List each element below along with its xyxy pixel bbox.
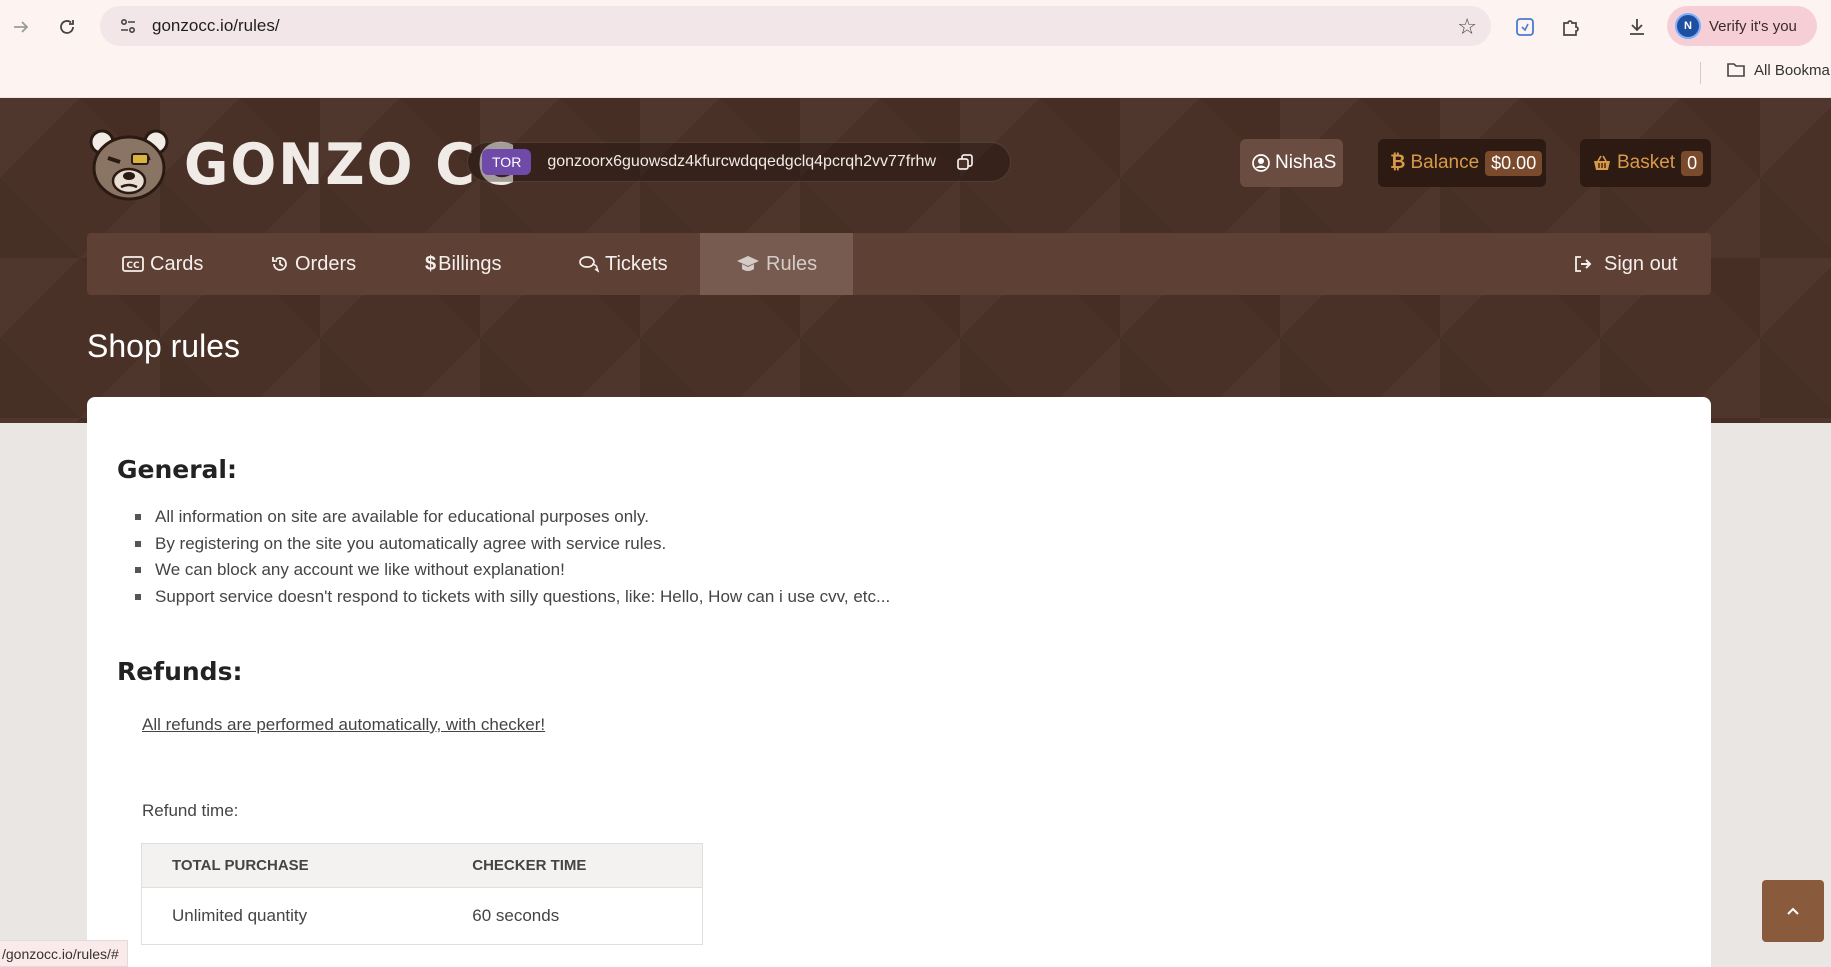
basket-button[interactable]: Basket 0 <box>1580 139 1711 187</box>
site-logo[interactable]: GONZO CC <box>88 126 519 202</box>
nav-item-billings[interactable]: $ Billings <box>425 233 501 295</box>
page-title: Shop rules <box>87 328 240 364</box>
reload-icon[interactable] <box>52 12 82 42</box>
bitcoin-icon: ₿ <box>1390 152 1406 173</box>
verify-label: Verify it's you <box>1709 17 1797 35</box>
cc-card-icon: CC <box>122 256 144 272</box>
tor-address-box: TOR gonzoorx6guowsdz4kfurcwdqqedgclq4pcr… <box>467 142 1011 182</box>
rules-card: General: All information on site are ava… <box>87 397 1711 967</box>
table-cell: Unlimited quantity <box>141 887 443 945</box>
refunds-link[interactable]: All refunds are performed automatically,… <box>142 715 545 735</box>
nav-label-tickets: Tickets <box>605 252 668 275</box>
balance-value: $0.00 <box>1485 150 1543 176</box>
bear-logo-icon <box>89 129 169 201</box>
nav-label-cards: Cards <box>150 252 204 275</box>
all-bookmarks-button[interactable]: All Bookma <box>1726 61 1830 79</box>
col-checker-time: CHECKER TIME <box>442 843 703 888</box>
user-circle-icon <box>1252 154 1270 172</box>
bookmark-star-icon[interactable]: ☆ <box>1457 14 1477 40</box>
table-cell: 60 seconds <box>442 887 703 945</box>
comments-icon <box>579 255 599 273</box>
all-bookmarks-label: All Bookma <box>1754 61 1830 79</box>
tor-address: gonzoorx6guowsdz4kfurcwdqqedgclq4pcrqh2v… <box>547 153 936 170</box>
list-item: By registering on the site you automatic… <box>135 531 890 558</box>
graduation-cap-icon <box>736 255 760 273</box>
user-profile-button[interactable]: NishaS <box>1240 139 1343 187</box>
refund-time-label: Refund time: <box>142 801 239 820</box>
general-rules-list: All information on site are available fo… <box>135 504 890 610</box>
svg-text:CC: CC <box>126 261 140 271</box>
address-bar[interactable]: gonzocc.io/rules/ ☆ <box>100 6 1491 46</box>
signout-icon <box>1574 255 1592 273</box>
basket-count: 0 <box>1681 150 1704 176</box>
extension-icon[interactable] <box>1510 12 1540 42</box>
extensions-puzzle-icon[interactable] <box>1556 12 1586 42</box>
balance-button[interactable]: ₿ Balance $0.00 <box>1378 139 1546 187</box>
history-icon <box>271 255 289 273</box>
list-item: All information on site are available fo… <box>135 504 890 531</box>
forward-icon[interactable] <box>6 12 36 42</box>
refunds-heading: Refunds: <box>117 657 243 686</box>
nav-item-cards[interactable]: CC Cards <box>122 233 203 295</box>
bookmarks-bar <box>0 58 1831 98</box>
copy-icon[interactable] <box>956 153 974 171</box>
url-text[interactable]: gonzocc.io/rules/ <box>152 16 280 36</box>
download-icon[interactable] <box>1622 12 1652 42</box>
basket-label: Basket <box>1617 152 1676 173</box>
site-settings-icon[interactable] <box>108 16 148 36</box>
nav-label-billings: Billings <box>438 252 502 275</box>
bookmarks-divider <box>1700 62 1701 84</box>
refund-time-table: TOTAL PURCHASE CHECKER TIME Unlimited qu… <box>141 843 703 945</box>
nav-item-orders[interactable]: Orders <box>271 233 356 295</box>
nav-label-rules: Rules <box>766 252 818 275</box>
nav-label-orders: Orders <box>295 252 357 275</box>
main-nav: CC Cards Orders $ Billings Tickets Rules… <box>87 233 1711 295</box>
list-item: We can block any account we like without… <box>135 557 890 584</box>
table-row: Unlimited quantity 60 seconds <box>141 887 703 945</box>
tor-badge: TOR <box>482 149 532 175</box>
username: NishaS <box>1275 152 1337 173</box>
profile-avatar: N <box>1675 13 1701 39</box>
basket-icon <box>1592 154 1612 172</box>
folder-icon <box>1727 63 1745 77</box>
nav-item-tickets[interactable]: Tickets <box>579 233 668 295</box>
list-item: Support service doesn't respond to ticke… <box>135 584 890 611</box>
general-heading: General: <box>117 455 237 484</box>
verify-profile-button[interactable]: N Verify it's you <box>1667 6 1817 46</box>
status-bar-url: /gonzocc.io/rules/# <box>0 940 128 967</box>
dollar-icon: $ <box>425 252 437 275</box>
balance-label: Balance <box>1410 152 1480 173</box>
chevron-up-icon <box>1787 907 1799 915</box>
nav-item-rules[interactable]: Rules <box>700 233 854 295</box>
scroll-to-top-button[interactable] <box>1762 880 1824 942</box>
signout-button[interactable]: Sign out <box>1574 233 1677 295</box>
table-header-row: TOTAL PURCHASE CHECKER TIME <box>141 843 703 888</box>
signout-label: Sign out <box>1604 252 1678 275</box>
col-total-purchase: TOTAL PURCHASE <box>141 843 443 888</box>
